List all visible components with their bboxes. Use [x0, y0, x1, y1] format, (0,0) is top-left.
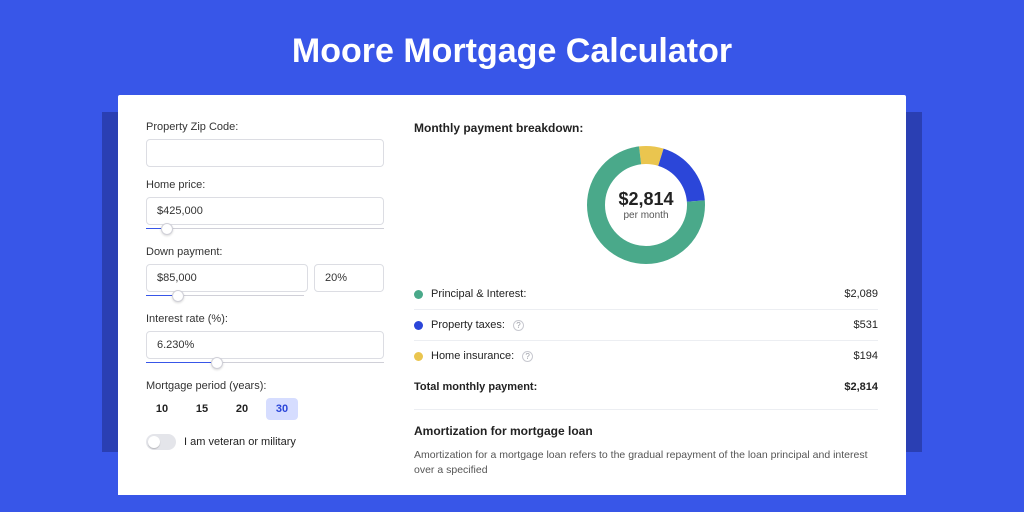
breakdown-item-label: Principal & Interest:: [431, 288, 526, 300]
breakdown-item-value: $2,089: [844, 288, 878, 300]
info-icon[interactable]: ?: [522, 351, 533, 362]
home-price-input[interactable]: [146, 197, 384, 225]
veteran-row: I am veteran or military: [146, 434, 384, 450]
down-payment-pct-input[interactable]: [314, 264, 384, 292]
period-button-20[interactable]: 20: [226, 398, 258, 420]
down-payment-input[interactable]: [146, 264, 308, 292]
info-icon[interactable]: ?: [513, 320, 524, 331]
total-label: Total monthly payment:: [414, 381, 537, 393]
donut-center-amount: $2,814: [618, 189, 673, 210]
mortgage-period-label: Mortgage period (years):: [146, 380, 384, 392]
interest-rate-slider[interactable]: [146, 358, 384, 368]
breakdown-line: Property taxes:? $531: [414, 310, 878, 341]
breakdown-item-value: $531: [854, 319, 878, 331]
zip-group: Property Zip Code:: [146, 121, 384, 167]
breakdown-item-value: $194: [854, 350, 878, 362]
home-price-label: Home price:: [146, 179, 384, 191]
down-payment-slider[interactable]: [146, 291, 304, 301]
calculator-card: Property Zip Code: Home price: Down paym…: [118, 95, 906, 495]
home-price-slider[interactable]: [146, 224, 384, 234]
breakdown-panel: Monthly payment breakdown: $2,814 per mo…: [414, 121, 878, 495]
period-button-10[interactable]: 10: [146, 398, 178, 420]
total-value: $2,814: [844, 381, 878, 393]
down-payment-group: Down payment:: [146, 246, 384, 301]
page-title: Moore Mortgage Calculator: [0, 0, 1024, 95]
breakdown-title: Monthly payment breakdown:: [414, 121, 878, 135]
interest-rate-input[interactable]: [146, 331, 384, 359]
interest-rate-group: Interest rate (%):: [146, 313, 384, 368]
input-form: Property Zip Code: Home price: Down paym…: [146, 121, 384, 495]
donut-center-sub: per month: [623, 210, 668, 221]
amortization-title: Amortization for mortgage loan: [414, 424, 878, 438]
home-price-group: Home price:: [146, 179, 384, 234]
breakdown-line: Principal & Interest: $2,089: [414, 279, 878, 310]
period-button-15[interactable]: 15: [186, 398, 218, 420]
breakdown-item-label: Home insurance:: [431, 350, 514, 362]
legend-dot: [414, 352, 423, 361]
interest-rate-label: Interest rate (%):: [146, 313, 384, 325]
veteran-label: I am veteran or military: [184, 436, 296, 448]
donut-chart: $2,814 per month: [584, 143, 708, 267]
breakdown-line: Home insurance:? $194: [414, 341, 878, 371]
legend-dot: [414, 321, 423, 330]
amortization-body: Amortization for a mortgage loan refers …: [414, 448, 878, 477]
legend-dot: [414, 290, 423, 299]
total-row: Total monthly payment: $2,814: [414, 371, 878, 405]
mortgage-period-group: Mortgage period (years): 10 15 20 30: [146, 380, 384, 420]
breakdown-item-label: Property taxes:: [431, 319, 505, 331]
donut-chart-wrap: $2,814 per month: [414, 143, 878, 267]
period-button-30[interactable]: 30: [266, 398, 298, 420]
amortization-section: Amortization for mortgage loan Amortizat…: [414, 409, 878, 477]
zip-label: Property Zip Code:: [146, 121, 384, 133]
zip-input[interactable]: [146, 139, 384, 167]
down-payment-label: Down payment:: [146, 246, 384, 258]
veteran-toggle[interactable]: [146, 434, 176, 450]
